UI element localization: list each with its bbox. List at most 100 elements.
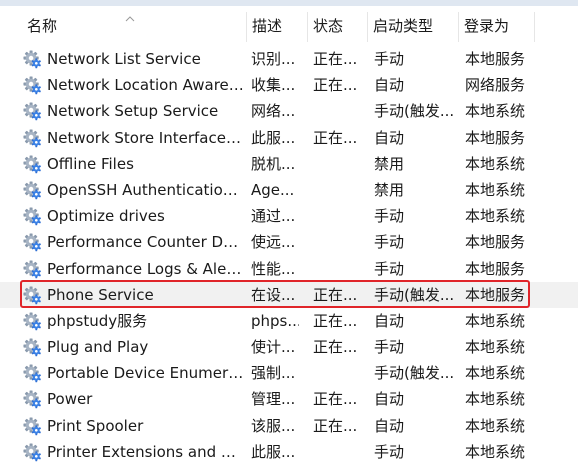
service-row[interactable]: OpenSSH Authentication ... Age... 禁用 本地系… [0, 177, 578, 203]
service-row[interactable]: Printer Extensions and Noti... 此服... 手动 … [0, 439, 578, 465]
service-name: Network Setup Service [47, 102, 219, 121]
service-logon-as: 本地服务 [465, 285, 526, 304]
service-description: 此服... [251, 128, 296, 147]
column-header-status-label: 状态 [313, 17, 344, 35]
service-name: Network Location Awarene... [47, 76, 245, 95]
service-description: 性能... [251, 259, 296, 278]
service-logon-as: 本地系统 [465, 154, 526, 173]
column-header-description[interactable]: 描述 [246, 6, 308, 46]
service-description: phps... [251, 311, 299, 330]
service-status [313, 203, 361, 229]
service-name: Print Spooler [47, 416, 144, 435]
service-logon-as: 本地系统 [465, 207, 526, 226]
service-gear-icon [23, 155, 41, 173]
service-description: 此服... [251, 442, 296, 461]
service-row[interactable]: Network Setup Service 网络... 手动(触发... 本地系… [0, 98, 578, 124]
service-gear-icon [23, 50, 41, 69]
service-gear-icon [23, 259, 41, 278]
service-logon-as: 本地系统 [465, 102, 526, 121]
service-row[interactable]: Performance Logs & Alerts 性能... 手动 本地服务 [0, 256, 578, 282]
service-gear-icon [23, 207, 41, 226]
service-logon-as: 本地服务 [465, 128, 526, 147]
service-status [313, 256, 361, 282]
service-logon-as: 本地服务 [465, 50, 526, 68]
service-description: 收集... [251, 76, 296, 95]
service-row[interactable]: Network Store Interface Se... 此服... 正在..… [0, 125, 578, 151]
column-header-name[interactable]: 名称 [21, 6, 247, 46]
column-header-logon-as[interactable]: 登录为 [458, 6, 558, 46]
service-row[interactable]: Plug and Play 使计... 正在... 手动 本地系统 [0, 334, 578, 360]
service-row[interactable]: Network Location Awarene... 收集... 正在... … [0, 72, 578, 98]
service-logon-as: 本地系统 [465, 390, 526, 409]
service-gear-icon [23, 129, 41, 147]
service-startup-type: 手动 [374, 338, 405, 357]
service-gear-icon [23, 364, 41, 383]
service-name: Offline Files [47, 154, 134, 173]
service-startup-type: 自动 [374, 390, 405, 409]
service-logon-as: 本地系统 [465, 416, 526, 435]
service-logon-as: 本地服务 [465, 233, 526, 252]
service-name: Performance Logs & Alerts [47, 259, 245, 278]
service-logon-as: 本地系统 [465, 338, 526, 357]
column-header-name-label: 名称 [27, 17, 58, 35]
service-gear-icon [23, 181, 41, 200]
service-gear-icon [23, 338, 41, 357]
service-startup-type: 手动 [374, 442, 405, 461]
service-row[interactable]: Portable Device Enumerat... 强制... 手动(触发.… [0, 360, 578, 386]
service-gear-icon [23, 233, 41, 252]
service-row[interactable]: phpstudy服务 phps... 正在... 自动 本地系统 [0, 308, 578, 334]
service-name: Printer Extensions and Noti... [47, 442, 245, 461]
service-row-selected[interactable]: Phone Service 在设... 正在... 手动(触发... 本地服务 [0, 279, 578, 308]
service-row[interactable]: Network List Service 识别... 正在... 手动 本地服务 [0, 46, 578, 72]
service-status: 正在... [313, 285, 358, 304]
service-startup-type: 手动 [374, 233, 405, 252]
service-name: Optimize drives [47, 207, 165, 226]
service-row[interactable]: Performance Counter DLL ... 使远... 手动 本地服… [0, 229, 578, 255]
column-divider[interactable] [534, 12, 535, 42]
service-status: 正在... [313, 338, 358, 357]
service-row[interactable]: Print Spooler 该服... 正在... 自动 本地系统 [0, 413, 578, 439]
service-logon-as: 本地系统 [465, 442, 526, 461]
service-gear-icon [23, 76, 41, 95]
service-gear-icon [23, 286, 41, 304]
service-logon-as: 本地系统 [465, 311, 526, 330]
service-status: 正在... [313, 128, 358, 147]
service-status [313, 439, 361, 465]
service-gear-icon [23, 443, 41, 462]
service-startup-type: 自动 [374, 128, 405, 147]
service-startup-type: 手动 [374, 50, 405, 68]
service-row[interactable]: Optimize drives 通过... 手动 本地系统 [0, 203, 578, 229]
service-status [313, 98, 361, 124]
service-description: 强制... [251, 364, 296, 383]
service-logon-as: 网络服务 [465, 76, 526, 95]
service-name: Network Store Interface Se... [47, 128, 245, 147]
service-description: 使计... [251, 338, 296, 357]
service-startup-type: 自动 [374, 416, 405, 435]
service-gear-icon [23, 312, 41, 331]
service-description: 管理... [251, 390, 296, 409]
service-gear-icon [23, 102, 41, 121]
service-name: Power [47, 390, 93, 409]
service-status: 正在... [313, 50, 358, 68]
service-description: 网络... [251, 102, 296, 121]
service-row[interactable]: Offline Files 脱机... 禁用 本地系统 [0, 151, 578, 177]
service-description: 该服... [251, 416, 296, 435]
services-list: Network List Service 识别... 正在... 手动 本地服务 [0, 46, 578, 465]
service-startup-type: 手动(触发... [374, 285, 455, 304]
service-row[interactable]: Power 管理... 正在... 自动 本地系统 [0, 386, 578, 412]
service-logon-as: 本地系统 [465, 180, 526, 199]
column-header-startup-type[interactable]: 启动类型 [367, 6, 459, 46]
service-status: 正在... [313, 390, 358, 409]
service-name: Performance Counter DLL ... [47, 233, 245, 252]
service-startup-type: 手动 [374, 207, 405, 226]
service-status [313, 360, 361, 386]
service-startup-type: 自动 [374, 311, 405, 330]
service-name: Portable Device Enumerat... [47, 364, 245, 383]
service-gear-icon [23, 417, 41, 435]
service-startup-type: 禁用 [374, 154, 405, 173]
service-name: OpenSSH Authentication ... [47, 180, 245, 199]
column-header-description-label: 描述 [252, 17, 283, 35]
column-header-status[interactable]: 状态 [307, 6, 368, 46]
service-status [313, 229, 361, 255]
service-startup-type: 自动 [374, 76, 405, 95]
